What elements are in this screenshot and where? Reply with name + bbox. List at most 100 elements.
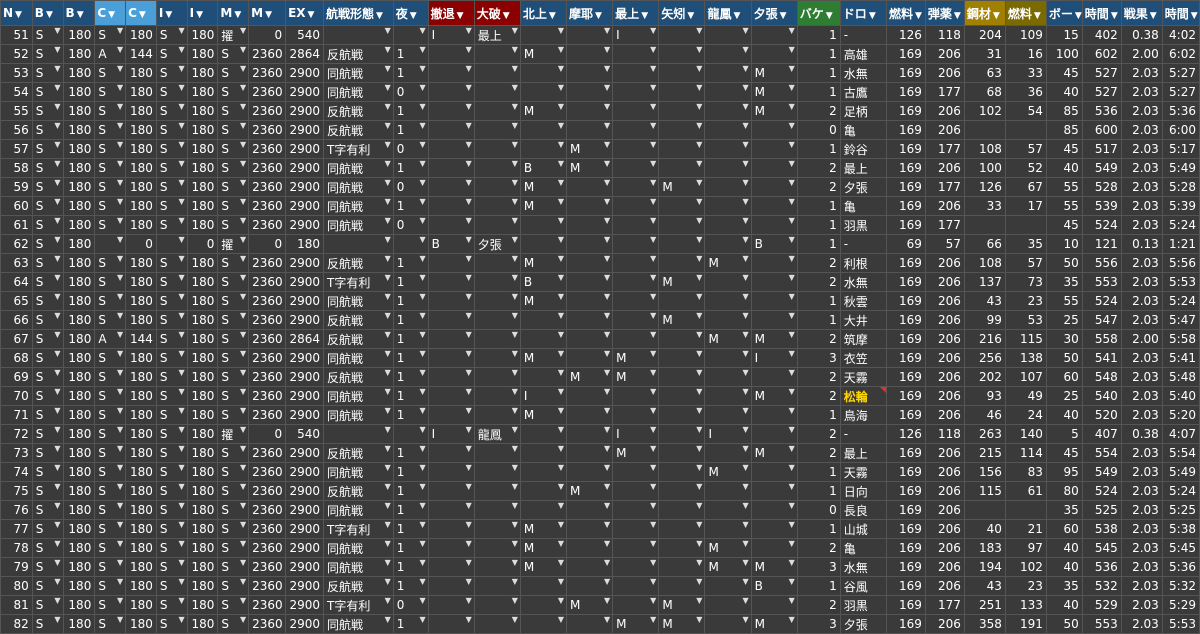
table-cell[interactable] <box>963 500 1006 520</box>
filter-dropdown-icon[interactable]: ▼ <box>77 10 84 20</box>
table-cell[interactable]: ▼ <box>566 253 614 273</box>
table-cell[interactable]: 1:21 <box>1161 234 1200 254</box>
table-cell[interactable]: ▼ <box>612 519 660 539</box>
dropdown-arrow-icon[interactable]: ▼ <box>117 103 123 112</box>
table-cell[interactable]: ▼ <box>750 595 798 615</box>
table-cell[interactable]: 1 ▼ <box>392 405 429 425</box>
table-cell[interactable]: ▼ <box>473 177 521 197</box>
table-cell[interactable]: S ▼ <box>31 386 64 406</box>
table-cell[interactable]: 206 <box>924 158 965 178</box>
table-cell[interactable]: ▼ <box>473 253 521 273</box>
table-cell[interactable]: ▼ <box>704 576 752 596</box>
table-cell[interactable]: 同航戦 ▼ <box>323 291 394 311</box>
table-cell[interactable]: 180 <box>186 367 219 387</box>
filter-dropdown-icon[interactable]: ▼ <box>139 10 146 20</box>
table-cell[interactable]: 1 <box>796 196 841 216</box>
dropdown-arrow-icon[interactable]: ▼ <box>178 293 184 302</box>
dropdown-arrow-icon[interactable]: ▼ <box>419 312 425 321</box>
table-cell[interactable]: 筑摩 <box>839 329 887 349</box>
table-cell[interactable]: 169 <box>885 348 926 368</box>
table-cell[interactable]: S ▼ <box>31 595 64 615</box>
column-header[interactable]: 時間 ▼ <box>1161 0 1200 26</box>
table-cell[interactable]: ▼ <box>519 234 568 254</box>
dropdown-arrow-icon[interactable]: ▼ <box>512 369 518 378</box>
table-cell[interactable]: S ▼ <box>31 234 64 254</box>
dropdown-arrow-icon[interactable]: ▼ <box>789 179 795 188</box>
dropdown-arrow-icon[interactable]: ▼ <box>512 27 518 36</box>
dropdown-arrow-icon[interactable]: ▼ <box>742 483 748 492</box>
table-cell[interactable]: M ▼ <box>519 44 568 64</box>
dropdown-arrow-icon[interactable]: ▼ <box>178 540 184 549</box>
table-cell[interactable]: M ▼ <box>566 158 614 178</box>
table-cell[interactable]: 180 <box>186 158 219 178</box>
dropdown-arrow-icon[interactable]: ▼ <box>466 217 472 226</box>
dropdown-arrow-icon[interactable]: ▼ <box>512 445 518 454</box>
table-cell[interactable]: 5:49 <box>1161 462 1200 482</box>
table-cell[interactable]: 102 <box>1004 557 1047 577</box>
table-cell[interactable]: 177 <box>924 82 965 102</box>
dropdown-arrow-icon[interactable]: ▼ <box>650 502 656 511</box>
table-cell[interactable]: 180 <box>62 557 96 577</box>
table-cell[interactable]: ▼ <box>473 310 521 330</box>
table-cell[interactable]: S ▼ <box>94 443 127 463</box>
table-cell[interactable]: 180 <box>186 291 219 311</box>
table-cell[interactable]: 15 <box>1045 25 1083 45</box>
table-cell[interactable]: 2 <box>796 158 841 178</box>
table-cell[interactable]: S ▼ <box>217 481 250 501</box>
table-cell[interactable]: 日向 <box>839 481 887 501</box>
table-cell[interactable]: S ▼ <box>94 253 127 273</box>
table-cell[interactable]: 1 ▼ <box>392 386 429 406</box>
column-header[interactable]: 戦果 ▼ <box>1120 0 1163 26</box>
dropdown-arrow-icon[interactable]: ▼ <box>385 331 391 340</box>
table-cell[interactable]: 同航戦 ▼ <box>323 538 394 558</box>
dropdown-arrow-icon[interactable]: ▼ <box>742 464 748 473</box>
table-cell[interactable]: ▼ <box>323 25 394 45</box>
table-cell[interactable]: 169 <box>885 215 926 235</box>
dropdown-arrow-icon[interactable]: ▼ <box>419 122 425 131</box>
table-cell[interactable]: ▼ <box>658 329 706 349</box>
table-cell[interactable]: S ▼ <box>94 557 127 577</box>
table-cell[interactable]: 1 ▼ <box>392 253 429 273</box>
table-cell[interactable]: ▼ <box>612 63 660 83</box>
table-cell[interactable]: 76 <box>0 500 33 520</box>
table-cell[interactable]: ▼ <box>612 139 660 159</box>
dropdown-arrow-icon[interactable]: ▼ <box>696 616 702 625</box>
table-cell[interactable]: ▼ <box>519 120 568 140</box>
dropdown-arrow-icon[interactable]: ▼ <box>419 521 425 530</box>
table-cell[interactable]: 2360 <box>248 253 287 273</box>
table-cell[interactable]: ▼ <box>473 215 521 235</box>
table-cell[interactable]: S ▼ <box>31 481 64 501</box>
table-cell[interactable]: I ▼ <box>427 424 475 444</box>
dropdown-arrow-icon[interactable]: ▼ <box>650 198 656 207</box>
table-cell[interactable]: 35 <box>1045 576 1083 596</box>
table-cell[interactable]: 最上 ▼ <box>473 25 521 45</box>
table-cell[interactable]: 524 <box>1081 215 1122 235</box>
table-cell[interactable]: 0 ▼ <box>392 139 429 159</box>
table-cell[interactable]: 2900 <box>285 557 325 577</box>
table-cell[interactable]: 206 <box>924 500 965 520</box>
table-cell[interactable]: ▼ <box>473 519 521 539</box>
table-cell[interactable] <box>963 215 1006 235</box>
table-cell[interactable]: 541 <box>1081 348 1122 368</box>
table-cell[interactable]: 180 <box>125 291 157 311</box>
table-cell[interactable]: M ▼ <box>704 557 752 577</box>
dropdown-arrow-icon[interactable]: ▼ <box>54 198 60 207</box>
dropdown-arrow-icon[interactable]: ▼ <box>696 597 702 606</box>
table-cell[interactable]: 5:25 <box>1161 500 1200 520</box>
table-cell[interactable]: 206 <box>924 310 965 330</box>
table-cell[interactable]: I ▼ <box>519 386 568 406</box>
table-cell[interactable]: 180 <box>186 310 219 330</box>
table-cell[interactable]: 2900 <box>285 595 325 615</box>
table-cell[interactable]: 衣笠 <box>839 348 887 368</box>
dropdown-arrow-icon[interactable]: ▼ <box>696 464 702 473</box>
table-cell[interactable]: 144 <box>125 44 157 64</box>
column-header[interactable]: EX ▼ <box>285 0 325 26</box>
dropdown-arrow-icon[interactable]: ▼ <box>696 217 702 226</box>
table-cell[interactable]: 0 ▼ <box>392 595 429 615</box>
table-cell[interactable]: S ▼ <box>94 25 127 45</box>
dropdown-arrow-icon[interactable]: ▼ <box>466 312 472 321</box>
dropdown-arrow-icon[interactable]: ▼ <box>558 445 564 454</box>
dropdown-arrow-icon[interactable]: ▼ <box>650 255 656 264</box>
table-cell[interactable]: ▼ <box>612 538 660 558</box>
table-cell[interactable]: 夕張 <box>839 177 887 197</box>
